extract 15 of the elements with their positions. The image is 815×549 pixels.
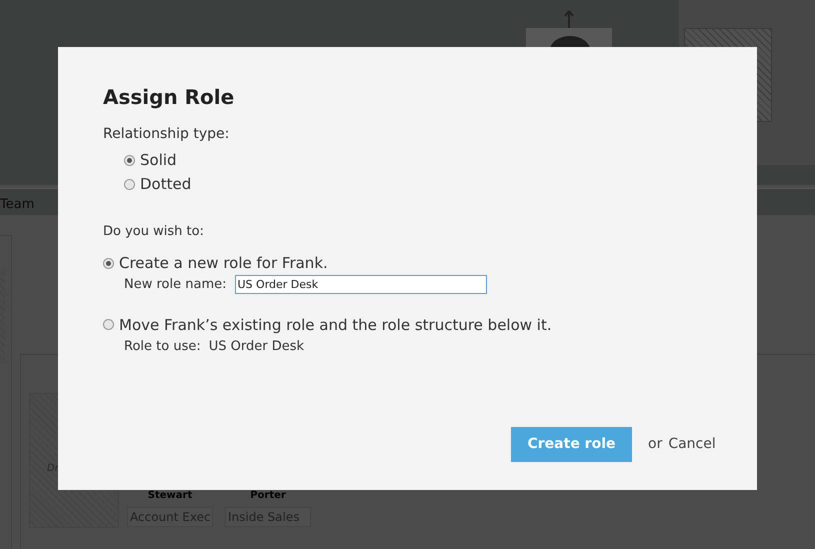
option-label[interactable]: Solid	[140, 151, 177, 169]
option-label[interactable]: Move Frank’s existing role and the role structure below it.	[119, 314, 552, 334]
field-label: Role to use:	[124, 338, 201, 356]
field-label: New role name:	[124, 276, 226, 294]
dialog-title: Assign Role	[103, 84, 236, 111]
role-name-field[interactable]: US Order Desk	[234, 275, 486, 294]
person-name: Porter	[249, 490, 287, 502]
or-text: or	[648, 435, 662, 454]
action-label: Do you wish to:	[103, 223, 205, 241]
option-label[interactable]: Dotted	[140, 175, 192, 193]
role-value: US Order Desk	[208, 338, 304, 356]
person-name: Stewart	[146, 490, 194, 502]
cancel-link[interactable]: Cancel	[668, 434, 716, 455]
option-label[interactable]: Create a new role for Frank.	[119, 253, 328, 273]
relationship-label: Relationship type:	[103, 125, 230, 143]
